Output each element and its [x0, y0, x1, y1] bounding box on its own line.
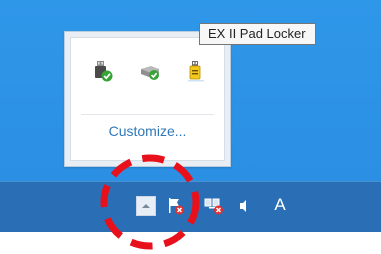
ime-indicator[interactable]: A [270, 193, 290, 217]
flyout-divider [81, 114, 214, 115]
tooltip: EX II Pad Locker [199, 23, 316, 45]
page-background [0, 232, 381, 254]
usb-device-icon[interactable] [89, 58, 115, 84]
pad-locker-icon[interactable] [183, 58, 209, 84]
network-check-icon[interactable] [137, 58, 163, 84]
flyout-panel: Customize... [70, 37, 225, 161]
speaker-icon[interactable] [236, 196, 254, 214]
customize-link[interactable]: Customize... [71, 123, 224, 139]
taskbar [0, 181, 381, 232]
network-error-icon[interactable] [203, 196, 223, 215]
notification-area-flyout: Customize... [64, 31, 231, 167]
show-hidden-icons-button[interactable] [136, 196, 156, 216]
action-center-flag-icon[interactable] [166, 196, 184, 215]
hidden-tray-icons [71, 38, 224, 108]
chevron-up-icon [142, 204, 150, 208]
